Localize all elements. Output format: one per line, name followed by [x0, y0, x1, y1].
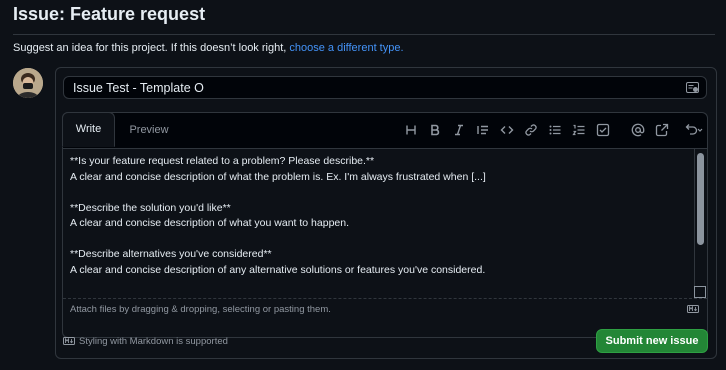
issue-body-text[interactable]: **Is your feature request related to a p… — [70, 154, 690, 278]
editor-tab-bar: Write Preview — [62, 112, 707, 149]
page-subtitle: Suggest an idea for this project. If thi… — [13, 42, 404, 54]
attach-files-area[interactable]: Attach files by dragging & dropping, sel… — [63, 298, 707, 321]
italic-icon[interactable] — [452, 123, 466, 137]
page-title: Issue: Feature request — [13, 4, 206, 24]
attach-files-text: Attach files by dragging & dropping, sel… — [70, 304, 331, 315]
submit-new-issue-button[interactable]: Submit new issue — [596, 329, 708, 353]
tab-preview[interactable]: Preview — [123, 113, 175, 148]
markdown-icon — [687, 305, 699, 316]
bold-icon[interactable] — [428, 123, 442, 137]
tab-write[interactable]: Write — [62, 112, 115, 147]
unordered-list-icon[interactable] — [548, 123, 562, 137]
password-manager-icon[interactable] — [686, 81, 699, 94]
issue-body-textarea[interactable]: **Is your feature request related to a p… — [63, 149, 707, 298]
link-icon[interactable] — [524, 123, 538, 137]
code-icon[interactable] — [500, 123, 514, 137]
subtitle-text: Suggest an idea for this project. If thi… — [13, 42, 290, 54]
issue-title-field[interactable] — [63, 76, 707, 99]
textarea-scrollbar[interactable] — [694, 149, 706, 297]
markdown-hint-text: Styling with Markdown is supported — [79, 336, 228, 347]
avatar[interactable] — [13, 68, 43, 98]
heading-icon[interactable] — [404, 123, 418, 137]
ordered-list-icon[interactable] — [572, 123, 586, 137]
undo-icon[interactable] — [683, 123, 703, 137]
comment-editor: Write Preview **Is your feature request … — [62, 112, 708, 338]
markdown-hint[interactable]: Styling with Markdown is supported — [63, 336, 228, 348]
markdown-icon — [63, 337, 75, 348]
issue-title-input[interactable] — [64, 77, 692, 98]
resize-handle[interactable] — [694, 286, 706, 298]
mention-icon[interactable] — [631, 123, 645, 137]
reference-icon[interactable] — [655, 123, 669, 137]
new-issue-form: Write Preview — [55, 67, 717, 359]
quote-icon[interactable] — [476, 123, 490, 137]
choose-different-type-link[interactable]: choose a different type. — [289, 42, 403, 54]
task-list-icon[interactable] — [596, 123, 610, 137]
divider — [13, 34, 715, 35]
scrollbar-thumb[interactable] — [697, 153, 704, 245]
